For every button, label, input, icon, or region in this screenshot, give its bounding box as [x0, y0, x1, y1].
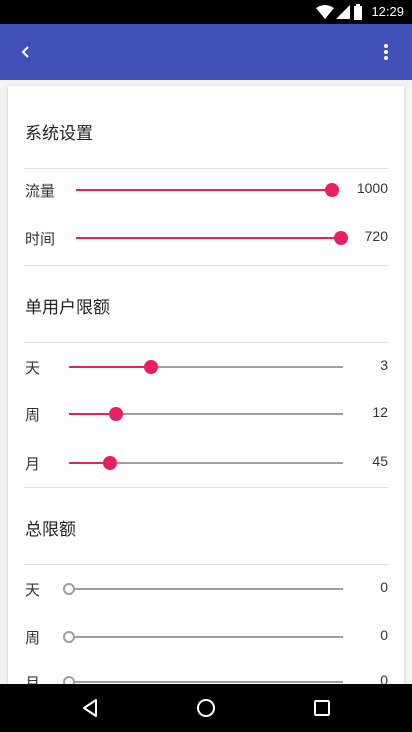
slider-track[interactable] — [76, 183, 339, 197]
slider-track[interactable] — [63, 583, 343, 595]
wifi-icon — [316, 5, 334, 19]
slider-thumb[interactable] — [325, 183, 339, 197]
slider-label: 周 — [25, 629, 41, 647]
slider-row-total-day: 天 0 — [8, 569, 404, 609]
navigation-bar — [0, 684, 412, 732]
slider-track[interactable] — [63, 676, 343, 684]
nav-back-icon[interactable] — [78, 696, 102, 720]
slider-thumb[interactable] — [63, 583, 75, 595]
app-bar — [0, 24, 412, 80]
slider-row-total-week: 周 0 — [8, 617, 404, 657]
slider-fill — [76, 189, 332, 191]
slider-track[interactable] — [76, 231, 348, 245]
slider-track[interactable] — [69, 407, 343, 421]
signal-icon — [336, 5, 350, 19]
divider — [24, 342, 388, 343]
divider — [24, 265, 388, 266]
battery-icon — [354, 4, 362, 20]
slider-row-per-user-week: 周 12 — [8, 394, 404, 434]
section-title-per-user: 单用户限额 — [25, 298, 110, 318]
section-title-system: 系统设置 — [25, 124, 93, 144]
slider-track[interactable] — [69, 456, 343, 470]
slider-value: 45 — [372, 453, 388, 469]
settings-card: 系统设置 流量 1000 时间 720 单用户限额 天 3 周 12 月 45 … — [8, 86, 404, 684]
status-bar: 12:29 — [0, 0, 412, 24]
slider-thumb[interactable] — [334, 231, 348, 245]
slider-value: 12 — [372, 404, 388, 420]
slider-track[interactable] — [69, 360, 343, 374]
slider-value: 1000 — [356, 180, 388, 196]
section-title-total: 总限额 — [25, 520, 76, 540]
divider — [24, 564, 388, 565]
divider — [24, 168, 388, 169]
slider-label: 周 — [25, 406, 41, 424]
slider-fill — [76, 237, 341, 239]
slider-thumb[interactable] — [63, 676, 75, 684]
slider-label: 天 — [25, 581, 41, 599]
back-arrow-icon[interactable] — [14, 40, 38, 64]
slider-row-per-user-month: 月 45 — [8, 443, 404, 483]
slider-row-time: 时间 720 — [8, 218, 404, 258]
slider-label: 月 — [25, 455, 41, 473]
slider-value: 3 — [380, 357, 388, 373]
slider-fill — [69, 366, 151, 368]
status-time: 12:29 — [371, 4, 404, 19]
slider-value: 0 — [380, 627, 388, 643]
slider-label: 月 — [25, 674, 41, 684]
slider-label: 时间 — [25, 230, 56, 248]
slider-row-per-user-day: 天 3 — [8, 347, 404, 387]
slider-thumb[interactable] — [103, 456, 117, 470]
slider-thumb[interactable] — [144, 360, 158, 374]
slider-value: 720 — [364, 228, 388, 244]
slider-label: 天 — [25, 359, 41, 377]
slider-label: 流量 — [25, 182, 56, 200]
slider-value: 0 — [380, 672, 388, 684]
slider-value: 0 — [380, 579, 388, 595]
divider — [24, 487, 388, 488]
settings-content[interactable]: 系统设置 流量 1000 时间 720 单用户限额 天 3 周 12 月 45 … — [0, 80, 412, 684]
slider-row-total-month: 月 0 — [8, 662, 404, 684]
slider-track[interactable] — [63, 631, 343, 643]
nav-recent-icon[interactable] — [310, 696, 334, 720]
slider-thumb[interactable] — [109, 407, 123, 421]
slider-row-traffic: 流量 1000 — [8, 170, 404, 210]
nav-home-icon[interactable] — [194, 696, 218, 720]
slider-thumb[interactable] — [63, 631, 75, 643]
more-vert-icon[interactable] — [374, 40, 398, 64]
